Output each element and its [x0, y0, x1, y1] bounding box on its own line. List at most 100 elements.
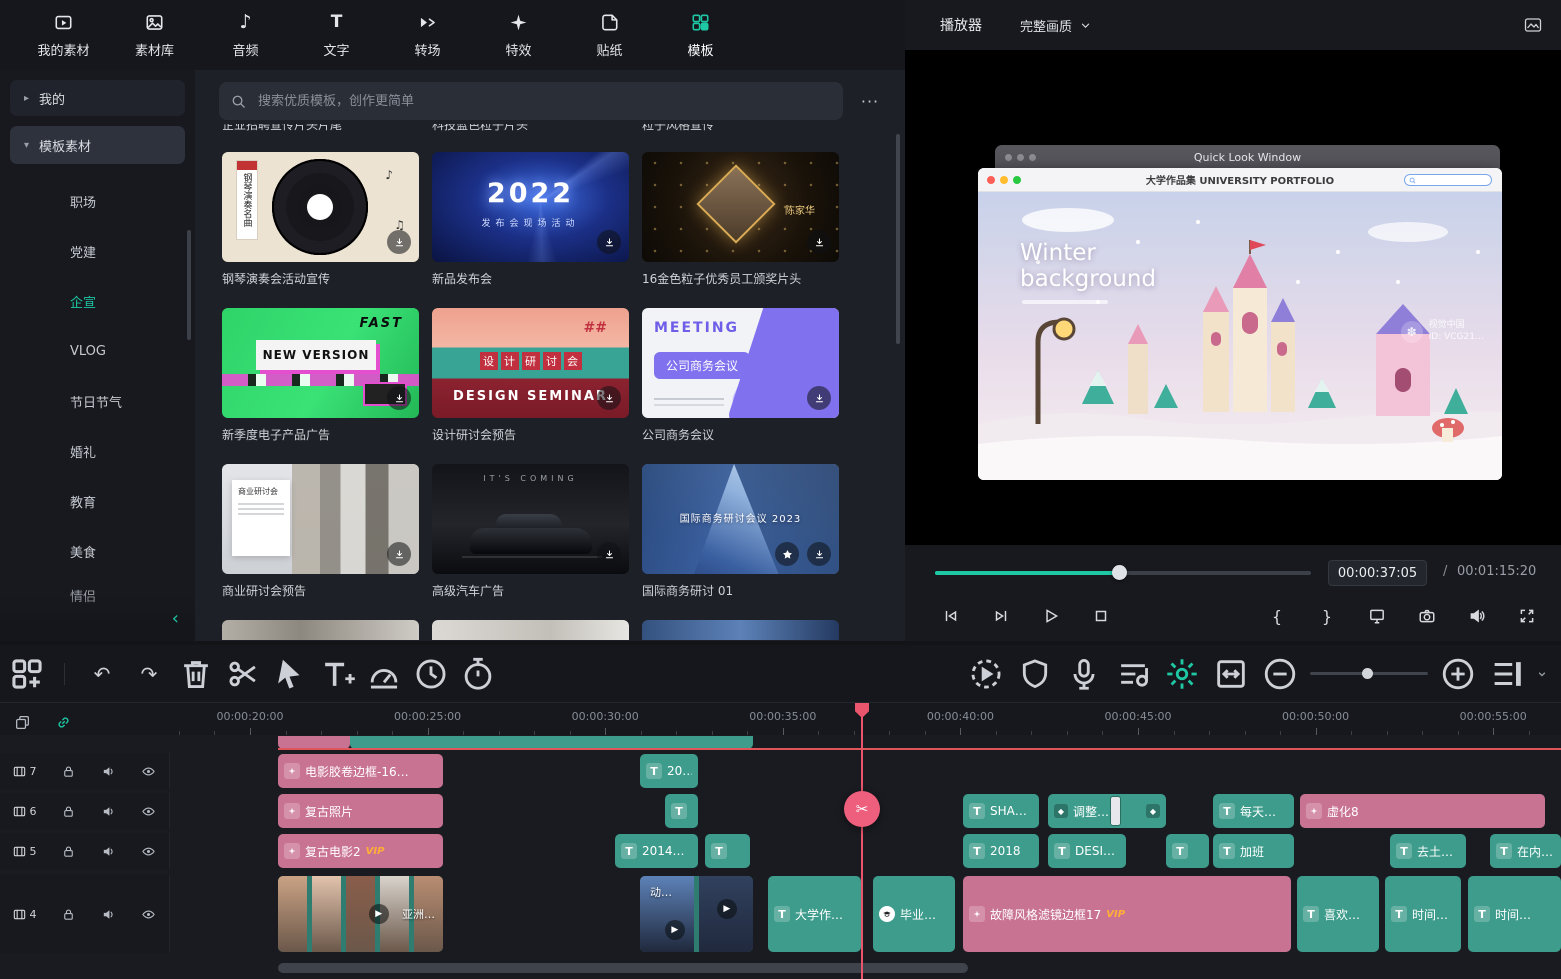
sidebar-group-templates[interactable]: ▾ 模板素材 [10, 126, 185, 164]
hide-track-button[interactable] [128, 804, 168, 819]
delete-button[interactable] [177, 655, 215, 693]
search-box[interactable] [219, 82, 843, 120]
previous-frame-button[interactable] [933, 598, 969, 634]
download-button[interactable] [597, 230, 621, 254]
timeline-clip[interactable]: TDESI… [1048, 834, 1126, 868]
timeline-clip[interactable]: T [705, 834, 750, 868]
timeline-clip[interactable]: TSHA… [963, 794, 1039, 828]
next-frame-button[interactable] [983, 598, 1019, 634]
timeline-clip[interactable]: 毕业… [873, 876, 955, 952]
timeline-clip[interactable]: T时间… [1385, 876, 1461, 952]
redo-button[interactable]: ↷ [130, 655, 168, 693]
quality-selector[interactable]: 完整画质 [1020, 16, 1091, 35]
lock-track-button[interactable] [48, 804, 88, 819]
collapse-sidebar-button[interactable]: ‹ [172, 608, 179, 629]
timeline-clip[interactable]: 电影胶卷边框-16… [278, 754, 443, 788]
timeline-clip[interactable]: ▶▶动… [640, 876, 753, 952]
timeline-clip[interactable]: ▶亚洲… [278, 876, 443, 952]
sidebar-item-教育[interactable]: 教育 [0, 476, 195, 526]
template-card[interactable]: 国际商务研讨会议 2023国际商务研讨 01 [642, 464, 839, 599]
download-button[interactable] [597, 386, 621, 410]
tab-audio[interactable]: ♪音频 [200, 0, 291, 70]
timeline-clip[interactable]: T喜欢… [1297, 876, 1379, 952]
tab-transition[interactable]: 转场 [382, 0, 473, 70]
playhead-line[interactable] [861, 703, 863, 979]
template-card-partial[interactable] [642, 620, 839, 640]
hide-track-button[interactable] [128, 907, 168, 922]
split-button[interactable] [224, 655, 262, 693]
timeline-clip[interactable]: 虚化8 [1300, 794, 1545, 828]
scopes-icon[interactable] [1523, 15, 1543, 35]
lock-track-button[interactable] [48, 907, 88, 922]
play-button[interactable] [1033, 598, 1069, 634]
mute-track-button[interactable] [88, 764, 128, 779]
link-icon[interactable] [55, 714, 72, 731]
template-card[interactable]: IT'S COMING高级汽车广告 [432, 464, 629, 599]
sidebar-item-党建[interactable]: 党建 [0, 226, 195, 276]
duration-button[interactable] [459, 655, 497, 693]
tab-template[interactable]: 模板 [655, 0, 746, 70]
timeline-clip[interactable]: T2018 [963, 834, 1039, 868]
download-button[interactable] [387, 386, 411, 410]
more-options-button[interactable]: ··· [853, 92, 887, 111]
timeline-clip[interactable]: T大学作… [768, 876, 861, 952]
keyframe-handle[interactable] [1111, 797, 1120, 825]
volume-button[interactable] [1459, 598, 1495, 634]
speed-button[interactable] [412, 655, 450, 693]
track-manager-button[interactable] [8, 655, 46, 693]
tab-sticker[interactable]: 贴纸 [564, 0, 655, 70]
undo-button[interactable]: ↶ [83, 655, 121, 693]
sidebar-item-节日节气[interactable]: 节日节气 [0, 376, 195, 426]
hide-track-button[interactable] [128, 844, 168, 859]
timeline-clip[interactable]: T去土… [1390, 834, 1466, 868]
template-card[interactable]: 商业研讨会商业研讨会预告 [222, 464, 419, 599]
split-at-playhead-button[interactable]: ✂ [844, 791, 880, 827]
mute-track-button[interactable] [88, 844, 128, 859]
sidebar-scrollbar[interactable] [187, 230, 191, 340]
mark-out-button[interactable]: } [1309, 598, 1345, 634]
search-input[interactable] [256, 93, 831, 110]
timeline-horizontal-scrollbar[interactable] [278, 963, 968, 973]
lock-track-button[interactable] [48, 764, 88, 779]
select-button[interactable] [271, 655, 309, 693]
template-card[interactable]: MEETING公司商务会议公司商务会议 [642, 308, 839, 443]
zoom-out-button[interactable] [1261, 655, 1299, 693]
tab-stock-media[interactable]: 素材库 [109, 0, 200, 70]
template-card[interactable]: 2022发布会现场活动新品发布会 [432, 152, 629, 287]
download-button[interactable] [807, 542, 831, 566]
timeline-clip[interactable]: T [665, 794, 698, 828]
voiceover-button[interactable] [1065, 655, 1103, 693]
download-button[interactable] [597, 542, 621, 566]
sidebar-item-企宣[interactable]: 企宣 [0, 276, 195, 326]
timeline-clip[interactable]: T20… [640, 754, 698, 788]
download-button[interactable] [387, 230, 411, 254]
chroma-key-button[interactable] [1163, 655, 1201, 693]
tab-my-media[interactable]: 我的素材 [18, 0, 109, 70]
render-preview-button[interactable] [967, 655, 1005, 693]
crop-button[interactable] [1212, 655, 1250, 693]
zoom-in-button[interactable] [1439, 655, 1477, 693]
download-button[interactable] [387, 542, 411, 566]
template-card[interactable]: 钢琴演奏名曲♪♫钢琴演奏会活动宣传 [222, 152, 419, 287]
mute-track-button[interactable] [88, 907, 128, 922]
audio-adjust-button[interactable] [365, 655, 403, 693]
timeline-clip[interactable]: 复古照片 [278, 794, 443, 828]
sidebar-group-my[interactable]: ▸ 我的 [10, 80, 185, 116]
track-view-button[interactable] [1488, 655, 1526, 693]
download-button[interactable] [807, 386, 831, 410]
stop-button[interactable] [1083, 598, 1119, 634]
fullscreen-button[interactable] [1509, 598, 1545, 634]
sidebar-item-美食[interactable]: 美食 [0, 526, 195, 576]
seek-handle[interactable] [1112, 565, 1127, 580]
snapshot-button[interactable] [1409, 598, 1445, 634]
content-scrollbar[interactable] [896, 134, 900, 344]
timeline-clip[interactable]: ◆调整…◆ [1048, 794, 1166, 828]
mirror-screen-button[interactable] [1359, 598, 1395, 634]
tab-text[interactable]: T文字 [291, 0, 382, 70]
download-button[interactable] [807, 230, 831, 254]
timeline-clip[interactable]: T [1166, 834, 1209, 868]
timeline-clip[interactable]: T每天… [1213, 794, 1294, 828]
timeline-clip[interactable]: 故障风格滤镜边框17VIP [963, 876, 1291, 952]
favorite-button[interactable] [775, 542, 799, 566]
sidebar-item-职场[interactable]: 职场 [0, 176, 195, 226]
